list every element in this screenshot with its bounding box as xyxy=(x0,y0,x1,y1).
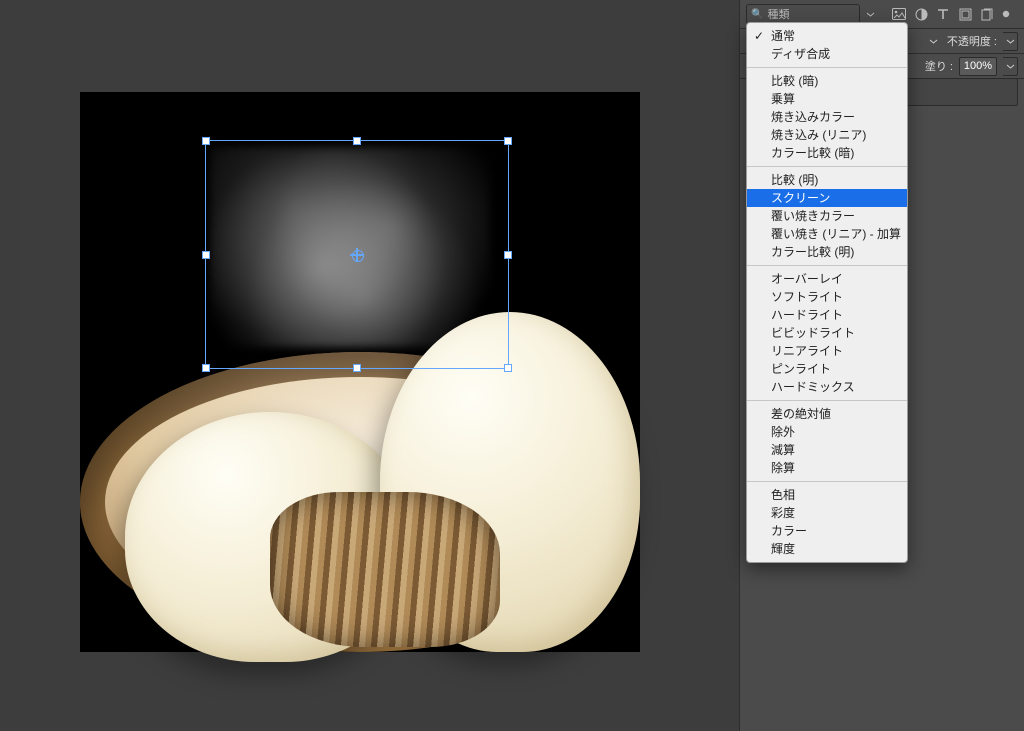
transform-handle-top-mid[interactable] xyxy=(353,137,361,145)
menu-separator xyxy=(747,67,907,68)
transform-handle-mid-right[interactable] xyxy=(504,251,512,259)
transform-handle-top-right[interactable] xyxy=(504,137,512,145)
menu-separator xyxy=(747,166,907,167)
blend-mode-item[interactable]: リニアライト xyxy=(747,342,907,360)
blend-mode-item[interactable]: ピンライト xyxy=(747,360,907,378)
blend-mode-item[interactable]: 比較 (明) xyxy=(747,171,907,189)
blend-mode-menu[interactable]: 通常ディザ合成比較 (暗)乗算焼き込みカラー焼き込み (リニア)カラー比較 (暗… xyxy=(746,22,908,563)
menu-separator xyxy=(747,265,907,266)
blend-mode-item[interactable]: 彩度 xyxy=(747,504,907,522)
blend-mode-item[interactable]: 乗算 xyxy=(747,90,907,108)
fill-value[interactable]: 100% xyxy=(959,57,997,76)
transform-handle-mid-left[interactable] xyxy=(202,251,210,259)
blend-mode-item[interactable]: ディザ合成 xyxy=(747,45,907,63)
blend-mode-item[interactable]: 差の絶対値 xyxy=(747,405,907,423)
layer-search-placeholder: 種類 xyxy=(767,6,789,22)
blend-mode-item[interactable]: 除外 xyxy=(747,423,907,441)
filter-smartobject-icon[interactable] xyxy=(979,6,995,22)
filter-toggle-icon[interactable] xyxy=(1001,6,1011,22)
filter-image-icon[interactable] xyxy=(891,6,907,22)
blend-mode-item[interactable]: ハードライト xyxy=(747,306,907,324)
layer-search-input[interactable]: 🔍 種類 xyxy=(746,4,860,24)
photo-filling xyxy=(270,492,500,647)
menu-separator xyxy=(747,400,907,401)
blend-mode-item[interactable]: 焼き込みカラー xyxy=(747,108,907,126)
blend-mode-item[interactable]: ビビッドライト xyxy=(747,324,907,342)
blend-mode-item[interactable]: 色相 xyxy=(747,486,907,504)
blend-mode-item[interactable]: カラー比較 (暗) xyxy=(747,144,907,162)
blend-mode-item[interactable]: カラー比較 (明) xyxy=(747,243,907,261)
fill-label: 塗り : xyxy=(925,58,953,74)
blend-mode-item[interactable]: 除算 xyxy=(747,459,907,477)
blend-mode-item[interactable]: 覆い焼き (リニア) - 加算 xyxy=(747,225,907,243)
blend-mode-item[interactable]: オーバーレイ xyxy=(747,270,907,288)
search-icon: 🔍 xyxy=(751,9,763,20)
menu-separator xyxy=(747,481,907,482)
blend-mode-item[interactable]: 比較 (暗) xyxy=(747,72,907,90)
transform-bounding-box[interactable] xyxy=(205,140,509,369)
filter-shape-icon[interactable] xyxy=(957,6,973,22)
blend-mode-item[interactable]: ソフトライト xyxy=(747,288,907,306)
filter-type-icon[interactable] xyxy=(935,6,951,22)
transform-handle-bot-left[interactable] xyxy=(202,364,210,372)
canvas-workspace[interactable] xyxy=(0,0,740,731)
filter-adjustment-icon[interactable] xyxy=(913,6,929,22)
document[interactable] xyxy=(80,92,640,652)
layer-search-dropdown[interactable] xyxy=(866,10,875,19)
fill-dropdown[interactable] xyxy=(1003,57,1018,76)
blend-mode-item[interactable]: スクリーン xyxy=(747,189,907,207)
blend-mode-item[interactable]: ハードミックス xyxy=(747,378,907,396)
opacity-dropdown[interactable] xyxy=(1003,32,1018,51)
transform-center-point[interactable] xyxy=(350,248,364,262)
blend-mode-item[interactable]: 輝度 xyxy=(747,540,907,558)
blend-mode-item[interactable]: 通常 xyxy=(747,27,907,45)
blend-mode-item[interactable]: カラー xyxy=(747,522,907,540)
opacity-label: 不透明度 : xyxy=(947,33,997,49)
blend-mode-item[interactable]: 焼き込み (リニア) xyxy=(747,126,907,144)
blend-mode-item[interactable]: 減算 xyxy=(747,441,907,459)
transform-handle-bot-right[interactable] xyxy=(504,364,512,372)
transform-handle-bot-mid[interactable] xyxy=(353,364,361,372)
transform-handle-top-left[interactable] xyxy=(202,137,210,145)
blend-mode-item[interactable]: 覆い焼きカラー xyxy=(747,207,907,225)
blend-mode-dropdown-caret[interactable] xyxy=(927,37,941,46)
